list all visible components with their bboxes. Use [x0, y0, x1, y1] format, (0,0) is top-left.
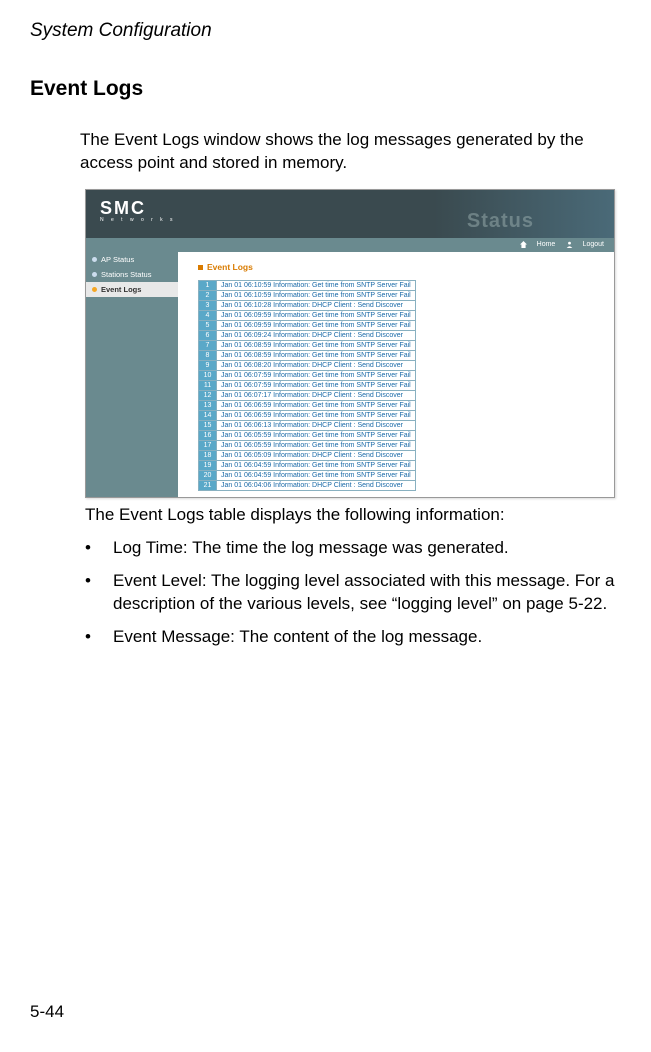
log-message: Jan 01 06:05:09 Information: DHCP Client…: [217, 450, 416, 460]
table-row: 4Jan 01 06:09:59 Information: Get time f…: [199, 310, 416, 320]
log-message: Jan 01 06:04:06 Information: DHCP Client…: [217, 480, 416, 490]
log-message: Jan 01 06:06:13 Information: DHCP Client…: [217, 420, 416, 430]
log-index: 7: [199, 340, 217, 350]
intro-paragraph: The Event Logs window shows the log mess…: [80, 129, 621, 175]
log-index: 4: [199, 310, 217, 320]
event-log-table: 1Jan 01 06:10:59 Information: Get time f…: [198, 280, 416, 491]
page-number: 5-44: [30, 1002, 64, 1022]
table-row: 19Jan 01 06:04:59 Information: Get time …: [199, 460, 416, 470]
table-row: 20Jan 01 06:04:59 Information: Get time …: [199, 470, 416, 480]
sidebar-item-label: AP Status: [101, 255, 134, 264]
bullet-icon: [92, 287, 97, 292]
sidebar-item-label: Stations Status: [101, 270, 151, 279]
log-index: 13: [199, 400, 217, 410]
bullet-icon: [92, 272, 97, 277]
logout-link[interactable]: Logout: [566, 238, 604, 252]
log-message: Jan 01 06:10:59 Information: Get time fr…: [217, 290, 416, 300]
doc-header: System Configuration: [30, 20, 621, 42]
logo-text: SMC: [100, 198, 146, 218]
log-message: Jan 01 06:06:59 Information: Get time fr…: [217, 400, 416, 410]
panel-title: Event Logs: [198, 262, 602, 272]
log-message: Jan 01 06:08:59 Information: Get time fr…: [217, 350, 416, 360]
log-message: Jan 01 06:07:59 Information: Get time fr…: [217, 380, 416, 390]
home-link[interactable]: Home: [520, 238, 556, 252]
table-row: 8Jan 01 06:08:59 Information: Get time f…: [199, 350, 416, 360]
log-index: 17: [199, 440, 217, 450]
log-message: Jan 01 06:05:59 Information: Get time fr…: [217, 440, 416, 450]
log-message: Jan 01 06:08:59 Information: Get time fr…: [217, 340, 416, 350]
table-row: 21Jan 01 06:04:06 Information: DHCP Clie…: [199, 480, 416, 490]
app-toolbar: Home Logout: [86, 238, 614, 252]
table-row: 1Jan 01 06:10:59 Information: Get time f…: [199, 280, 416, 290]
sidebar-item-stations-status[interactable]: Stations Status: [86, 267, 178, 282]
table-row: 5Jan 01 06:09:59 Information: Get time f…: [199, 320, 416, 330]
log-index: 2: [199, 290, 217, 300]
event-logs-screenshot: SMC N e t w o r k s Status Home Logout A…: [85, 189, 615, 498]
table-row: 17Jan 01 06:05:59 Information: Get time …: [199, 440, 416, 450]
sidebar-item-ap-status[interactable]: AP Status: [86, 252, 178, 267]
sidebar-item-event-logs[interactable]: Event Logs: [86, 282, 178, 297]
info-bullet-list: Log Time: The time the log message was g…: [85, 537, 621, 649]
table-row: 15Jan 01 06:06:13 Information: DHCP Clie…: [199, 420, 416, 430]
table-row: 10Jan 01 06:07:59 Information: Get time …: [199, 370, 416, 380]
log-index: 15: [199, 420, 217, 430]
table-row: 3Jan 01 06:10:28 Information: DHCP Clien…: [199, 300, 416, 310]
main-content: Event Logs 1Jan 01 06:10:59 Information:…: [178, 252, 614, 497]
table-row: 13Jan 01 06:06:59 Information: Get time …: [199, 400, 416, 410]
section-title: Event Logs: [30, 77, 621, 101]
log-message: Jan 01 06:09:59 Information: Get time fr…: [217, 320, 416, 330]
log-index: 12: [199, 390, 217, 400]
log-message: Jan 01 06:08:20 Information: DHCP Client…: [217, 360, 416, 370]
log-index: 14: [199, 410, 217, 420]
log-index: 6: [199, 330, 217, 340]
app-body: AP Status Stations Status Event Logs Eve…: [86, 252, 614, 497]
log-message: Jan 01 06:09:59 Information: Get time fr…: [217, 310, 416, 320]
log-message: Jan 01 06:04:59 Information: Get time fr…: [217, 460, 416, 470]
sidebar-item-label: Event Logs: [101, 285, 141, 294]
table-row: 6Jan 01 06:09:24 Information: DHCP Clien…: [199, 330, 416, 340]
home-icon: [520, 241, 527, 248]
log-message: Jan 01 06:07:59 Information: Get time fr…: [217, 370, 416, 380]
log-index: 16: [199, 430, 217, 440]
list-item: Log Time: The time the log message was g…: [85, 537, 621, 560]
log-message: Jan 01 06:09:24 Information: DHCP Client…: [217, 330, 416, 340]
bullet-icon: [92, 257, 97, 262]
table-row: 18Jan 01 06:05:09 Information: DHCP Clie…: [199, 450, 416, 460]
log-index: 18: [199, 450, 217, 460]
log-message: Jan 01 06:06:59 Information: Get time fr…: [217, 410, 416, 420]
list-item: Event Message: The content of the log me…: [85, 626, 621, 649]
log-index: 3: [199, 300, 217, 310]
log-message: Jan 01 06:10:28 Information: DHCP Client…: [217, 300, 416, 310]
log-message: Jan 01 06:10:59 Information: Get time fr…: [217, 280, 416, 290]
sidebar: AP Status Stations Status Event Logs: [86, 252, 178, 497]
status-watermark: Status: [467, 210, 534, 233]
log-index: 10: [199, 370, 217, 380]
table-row: 7Jan 01 06:08:59 Information: Get time f…: [199, 340, 416, 350]
table-row: 2Jan 01 06:10:59 Information: Get time f…: [199, 290, 416, 300]
follow-paragraph: The Event Logs table displays the follow…: [85, 504, 621, 527]
log-index: 5: [199, 320, 217, 330]
log-message: Jan 01 06:07:17 Information: DHCP Client…: [217, 390, 416, 400]
list-item: Event Level: The logging level associate…: [85, 570, 621, 616]
log-message: Jan 01 06:05:59 Information: Get time fr…: [217, 430, 416, 440]
table-row: 11Jan 01 06:07:59 Information: Get time …: [199, 380, 416, 390]
log-index: 19: [199, 460, 217, 470]
sidebar-spacer: [86, 297, 178, 497]
log-index: 9: [199, 360, 217, 370]
log-index: 1: [199, 280, 217, 290]
log-message: Jan 01 06:04:59 Information: Get time fr…: [217, 470, 416, 480]
log-index: 20: [199, 470, 217, 480]
log-index: 21: [199, 480, 217, 490]
table-row: 9Jan 01 06:08:20 Information: DHCP Clien…: [199, 360, 416, 370]
home-label: Home: [537, 238, 556, 252]
app-header: SMC N e t w o r k s Status: [86, 190, 614, 238]
table-row: 14Jan 01 06:06:59 Information: Get time …: [199, 410, 416, 420]
logout-icon: [566, 241, 573, 248]
log-index: 8: [199, 350, 217, 360]
logout-label: Logout: [583, 238, 604, 252]
log-index: 11: [199, 380, 217, 390]
table-row: 12Jan 01 06:07:17 Information: DHCP Clie…: [199, 390, 416, 400]
table-row: 16Jan 01 06:05:59 Information: Get time …: [199, 430, 416, 440]
